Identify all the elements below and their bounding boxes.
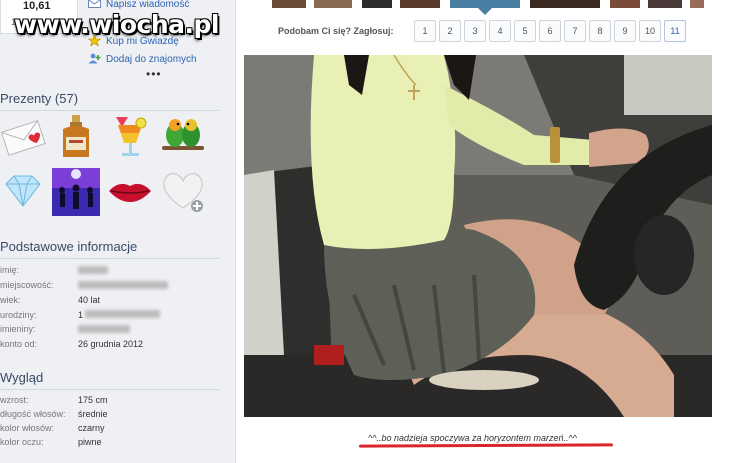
rate-button-5[interactable]: 5 bbox=[514, 20, 536, 42]
info-value-hair-color: czarny bbox=[78, 423, 105, 433]
divider bbox=[0, 389, 220, 390]
rate-button-2[interactable]: 2 bbox=[439, 20, 461, 42]
photo-thumbnail[interactable] bbox=[690, 0, 704, 8]
info-value-age: 40 lat bbox=[78, 295, 101, 305]
site-watermark: www.wiocha.pl bbox=[14, 10, 219, 39]
info-value-account-since: 26 grudnia 2012 bbox=[78, 339, 144, 349]
divider bbox=[0, 258, 220, 259]
info-label-hair-length: długość włosów: bbox=[0, 409, 66, 419]
photo-thumbnail[interactable] bbox=[400, 0, 440, 8]
rate-button-4[interactable]: 4 bbox=[489, 20, 511, 42]
info-value-name bbox=[78, 266, 108, 276]
heart-plus-icon[interactable] bbox=[160, 168, 206, 214]
info-value-hair-length: średnie bbox=[78, 409, 108, 419]
diamond-icon[interactable] bbox=[0, 168, 46, 214]
info-label-age: wiek: bbox=[0, 295, 21, 305]
whisky-bottle-icon[interactable] bbox=[53, 113, 99, 159]
photo-thumbnail[interactable] bbox=[530, 0, 600, 8]
info-label-eye-color: kolor oczu: bbox=[0, 437, 44, 447]
appearance-title: Wygląd bbox=[0, 370, 44, 385]
add-friend-label: Dodaj do znajomych bbox=[106, 54, 197, 65]
add-friend-icon bbox=[88, 53, 101, 64]
birthday-visible-part: 1 bbox=[78, 310, 84, 320]
info-value-height: 175 cm bbox=[78, 395, 108, 405]
caption-underline bbox=[358, 443, 614, 448]
info-label-height: wzrost: bbox=[0, 395, 29, 405]
photo-thumbnail[interactable] bbox=[272, 0, 306, 8]
photo-thumbnail-active[interactable] bbox=[450, 0, 520, 8]
active-thumb-pointer bbox=[478, 8, 492, 15]
profile-sidebar: 10,61 1 Napisz wiadomość Kup mi Gwiazdę … bbox=[0, 0, 236, 463]
send-message-link[interactable]: Napisz wiadomość bbox=[88, 0, 189, 10]
envelope-icon bbox=[88, 0, 101, 9]
gifts-title: Prezenty (57) bbox=[0, 91, 79, 106]
rate-button-1[interactable]: 1 bbox=[414, 20, 436, 42]
rate-button-8[interactable]: 8 bbox=[589, 20, 611, 42]
send-message-label: Napisz wiadomość bbox=[106, 0, 190, 10]
red-lips-icon[interactable] bbox=[107, 168, 153, 214]
info-label-name: imię: bbox=[0, 265, 20, 275]
info-value-eye-color: piwne bbox=[78, 437, 102, 447]
disco-dancers-icon[interactable] bbox=[52, 168, 100, 216]
photo-thumbnail[interactable] bbox=[362, 0, 392, 8]
rating-label: Podobam Ci się? Zagłosuj: bbox=[278, 26, 394, 36]
add-friend-link[interactable]: Dodaj do znajomych bbox=[88, 53, 197, 65]
profile-photo[interactable] bbox=[244, 55, 712, 417]
rate-button-3[interactable]: 3 bbox=[464, 20, 486, 42]
info-value-city bbox=[78, 281, 168, 291]
info-label-birthday: urodziny: bbox=[0, 310, 37, 320]
lovebirds-icon[interactable] bbox=[160, 113, 206, 159]
rate-button-11[interactable]: 11 bbox=[664, 20, 686, 42]
photo-thumbnail[interactable] bbox=[648, 0, 682, 8]
photo-thumbnail[interactable] bbox=[314, 0, 352, 8]
rate-button-6[interactable]: 6 bbox=[539, 20, 561, 42]
info-value-nameday bbox=[78, 325, 130, 335]
divider bbox=[0, 110, 220, 111]
photo-caption: ^^..bo nadzieja spoczywa za horyzontem m… bbox=[368, 433, 577, 443]
basic-info-title: Podstawowe informacje bbox=[0, 239, 138, 254]
info-value-birthday: 1 bbox=[78, 310, 161, 320]
photo-thumbnail[interactable] bbox=[610, 0, 640, 8]
more-actions-button[interactable]: ••• bbox=[146, 67, 162, 81]
rate-button-9[interactable]: 9 bbox=[614, 20, 636, 42]
rate-button-7[interactable]: 7 bbox=[564, 20, 586, 42]
info-label-hair-color: kolor włosów: bbox=[0, 423, 55, 433]
envelope-heart-icon[interactable] bbox=[0, 114, 46, 160]
info-label-account-since: konto od: bbox=[0, 339, 38, 349]
info-label-nameday: imieniny: bbox=[0, 324, 36, 334]
info-label-city: miejscowość: bbox=[0, 280, 54, 290]
cocktail-icon[interactable] bbox=[108, 113, 154, 159]
rate-button-10[interactable]: 10 bbox=[639, 20, 661, 42]
